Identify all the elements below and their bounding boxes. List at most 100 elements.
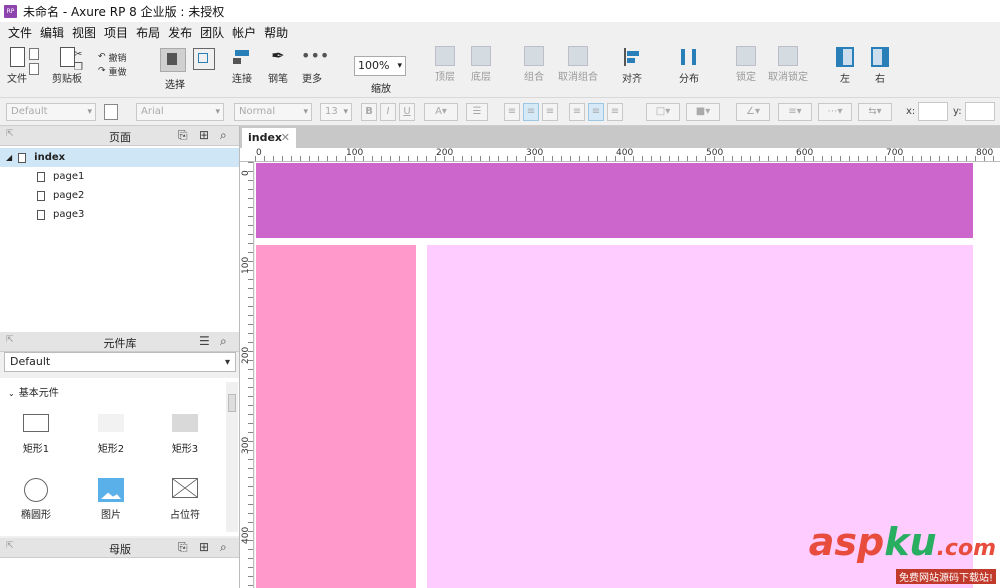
sidebar-rectangle[interactable] [256,245,416,588]
widget-rectangle1[interactable]: 矩形1 [1,414,71,455]
font-size-select[interactable]: 13 [320,103,352,121]
category-basic-widgets[interactable]: ⌄ 基本元件 [8,384,59,399]
style-select[interactable]: Default [6,103,96,121]
line-style-button[interactable]: ⋯▾ [818,103,852,121]
widget-library: ⌄ 基本元件 矩形1 矩形2 矩形3 椭圆形 图片 占位符 [0,378,240,536]
line-width-button[interactable]: ≡▾ [778,103,812,121]
widget-ellipse[interactable]: 椭圆形 [1,478,71,521]
underline-button[interactable]: U [399,103,415,121]
fill-color-button[interactable]: □▾ [646,103,680,121]
group-button[interactable]: 组合 [524,46,544,83]
font-select[interactable]: Arial [136,103,224,121]
arrow-style-button[interactable]: ⇆▾ [858,103,892,121]
style-edit-icon[interactable] [104,104,118,120]
right-panel-icon [869,46,891,68]
x-position-input[interactable] [918,102,948,121]
valign-bottom-button[interactable]: ≡ [607,103,623,121]
cut-icon[interactable]: ✂ [74,48,83,61]
add-master-icon[interactable]: ⎘ [178,540,188,555]
library-scrollbar[interactable] [226,382,238,532]
undo-button[interactable]: ↶ 撤销 [98,50,127,64]
valign-middle-icon: ≡ [591,106,601,117]
unlock-button[interactable]: 取消锁定 [768,46,808,83]
left-panel-toggle[interactable]: 左 [834,46,856,85]
select-intersect-button[interactable] [160,48,186,72]
pages-panel-header: ⇱ 页面 ⎘ ⊞ ⌕ [0,126,240,146]
close-icon[interactable]: ✕ [281,128,290,147]
widget-rectangle2[interactable]: 矩形2 [76,414,146,455]
select-contained-button[interactable] [193,48,215,70]
align-text-center-button[interactable]: ≡ [523,103,539,121]
widget-rectangle3[interactable]: 矩形3 [150,414,220,455]
line-style-icon: ⋯▾ [827,106,843,117]
page-item-page3[interactable]: page3 [0,205,240,224]
widget-image[interactable]: 图片 [76,478,146,521]
bring-to-front-button[interactable]: 顶层 [435,46,455,83]
menu-arrange[interactable]: 布局 [132,24,164,41]
ungroup-button[interactable]: 取消组合 [558,46,598,83]
right-panel-toggle[interactable]: 右 [869,46,891,85]
rectangle-gray-icon [172,414,198,432]
bold-button[interactable]: B [361,103,377,121]
menu-view[interactable]: 视图 [68,24,100,41]
design-canvas[interactable]: aspku.com 免费网站源码下载站! [255,162,1000,588]
page-item-index[interactable]: ◢ index [0,148,240,167]
valign-top-button[interactable]: ≡ [569,103,585,121]
search-icon[interactable]: ⌕ [220,334,227,349]
y-position-input[interactable] [965,102,995,121]
vertical-ruler: 0 100 200 300 400 [240,162,254,588]
horizontal-ruler: 0 100 200 300 400 500 600 700 800 [240,148,1000,162]
valign-top-icon: ≡ [572,106,582,117]
zoom-select[interactable]: 100% ▾ [354,56,406,76]
tree-expand-icon[interactable]: ◢ [6,153,12,162]
line-width-icon: ≡▾ [788,106,802,117]
hamburger-menu-icon[interactable]: ☰ [199,334,210,348]
menu-publish[interactable]: 发布 [164,24,196,41]
valign-middle-button[interactable]: ≡ [588,103,604,121]
align-text-left-button[interactable]: ≡ [504,103,520,121]
library-select[interactable]: Default [4,352,236,372]
distribute-button[interactable]: 分布 [678,46,700,85]
shadow-button[interactable]: ■▾ [686,103,720,121]
header-rectangle[interactable] [256,163,973,238]
line-color-button[interactable]: ∠▾ [736,103,770,121]
italic-button[interactable]: I [380,103,396,121]
menu-account[interactable]: 帐户 [228,24,260,41]
tab-index[interactable]: index ✕ [242,128,296,148]
menu-project[interactable]: 项目 [100,24,132,41]
font-color-button[interactable]: A▾ [424,103,458,121]
add-folder-icon[interactable]: ⊞ [199,128,209,142]
add-folder-icon[interactable]: ⊞ [199,540,209,554]
file-button[interactable]: 文件 [6,46,28,85]
widget-placeholder[interactable]: 占位符 [150,478,220,521]
add-page-icon[interactable]: ⎘ [178,128,188,143]
bullet-list-button[interactable]: ☰ [466,103,488,121]
align-button[interactable]: 对齐 [621,46,643,85]
send-to-back-button[interactable]: 底层 [471,46,491,83]
lock-button[interactable]: 锁定 [736,46,756,83]
page-tabs: index ✕ [240,126,1000,148]
placeholder-icon [172,478,198,498]
more-button[interactable]: ••• 更多 [301,46,329,85]
menu-team[interactable]: 团队 [196,24,228,41]
menu-edit[interactable]: 编辑 [36,24,68,41]
align-text-right-button[interactable]: ≡ [542,103,558,121]
connect-button[interactable]: 连接 [231,46,253,85]
scroll-thumb[interactable] [228,394,236,412]
watermark-subtitle: 免费网站源码下载站! [895,569,996,584]
save-icon[interactable] [29,48,39,60]
copy-icon[interactable]: ❐ [74,61,83,74]
page-item-page2[interactable]: page2 [0,186,240,205]
menu-file[interactable]: 文件 [4,24,36,41]
redo-button[interactable]: ↷ 重做 [98,64,127,78]
pen-button[interactable]: ✒ 钢笔 [267,46,289,85]
font-weight-select[interactable]: Normal [234,103,312,121]
open-icon[interactable] [29,63,39,75]
search-icon[interactable]: ⌕ [220,540,227,555]
menu-help[interactable]: 帮助 [260,24,292,41]
page-item-page1[interactable]: page1 [0,167,240,186]
connector-icon [231,46,253,68]
image-icon [98,478,124,502]
zoom-label: 缩放 [371,84,391,95]
search-icon[interactable]: ⌕ [220,128,227,143]
